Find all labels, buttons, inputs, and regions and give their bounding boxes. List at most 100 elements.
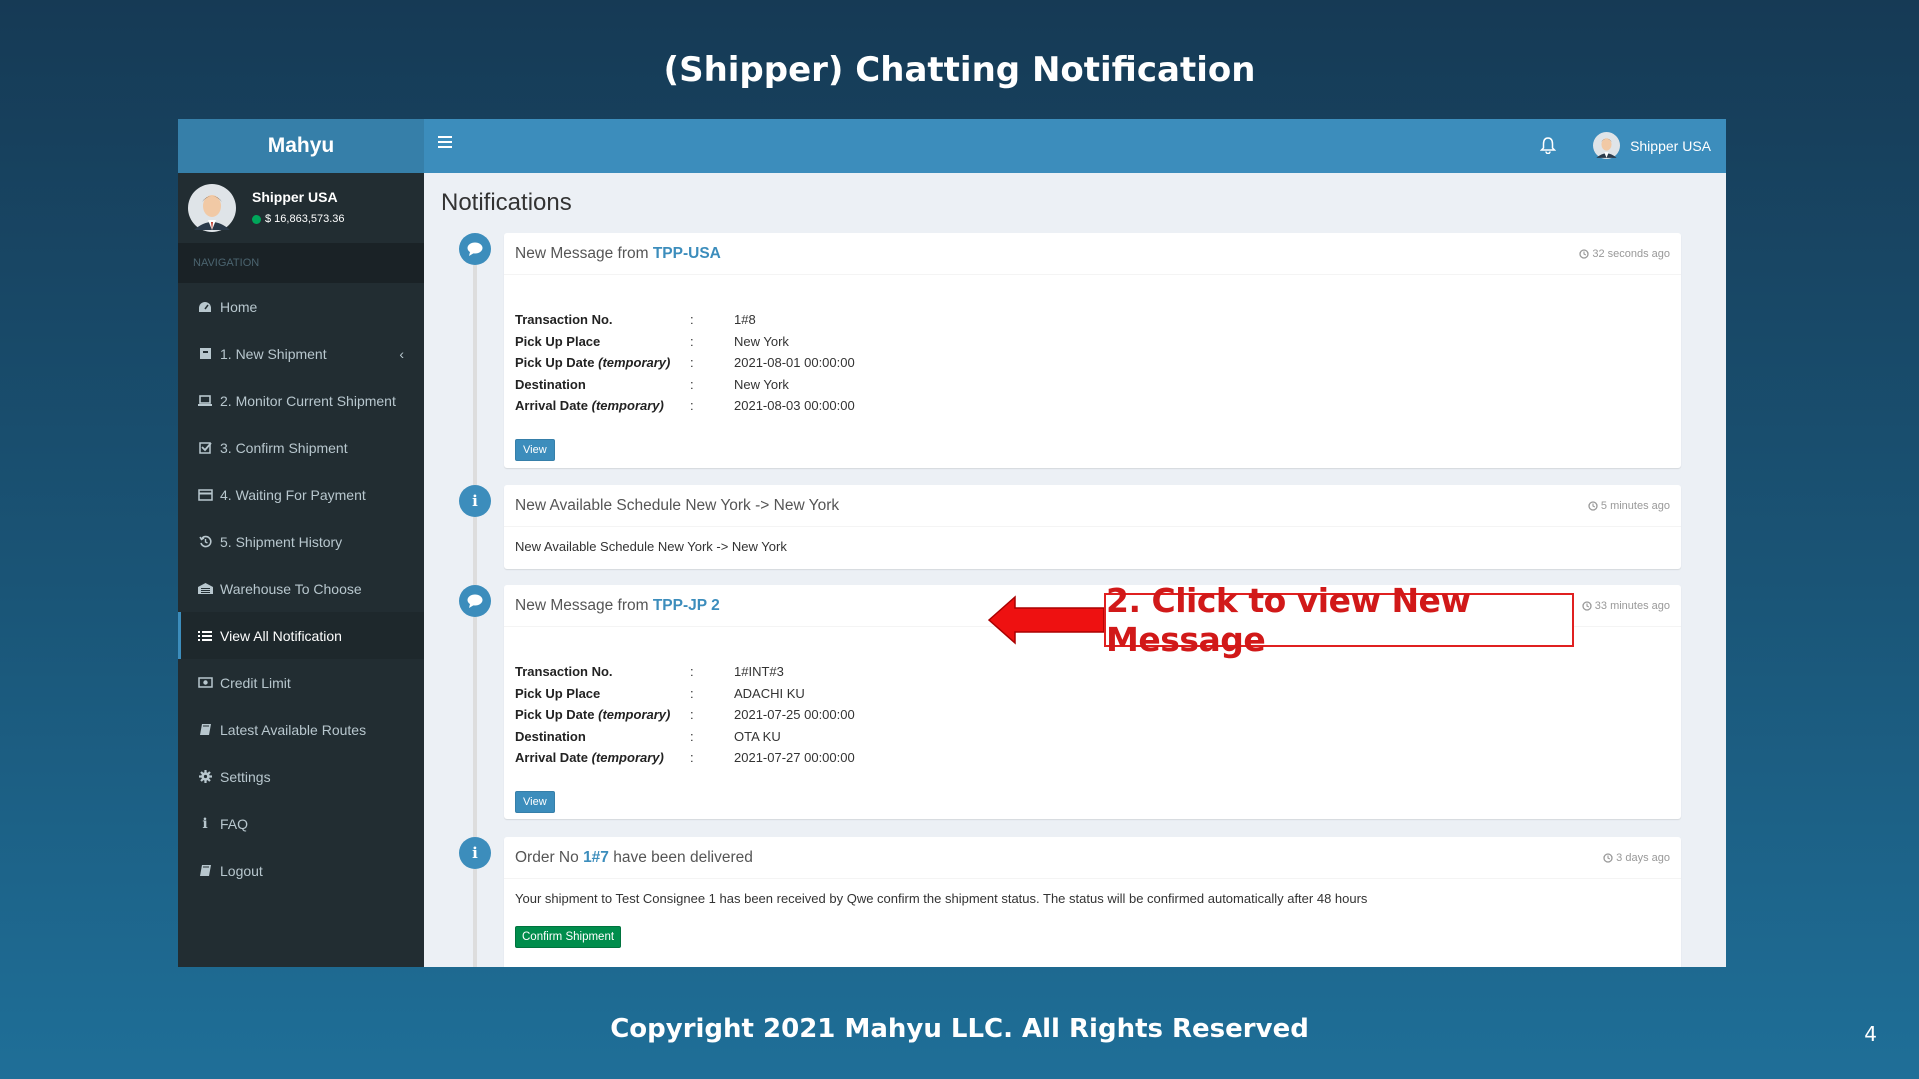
notification-body: New Available Schedule New York -> New Y…: [515, 539, 787, 554]
credit-card-icon: [195, 488, 215, 501]
view-button[interactable]: View: [515, 438, 555, 461]
sidebar-item-shipment-history[interactable]: 5. Shipment History: [178, 518, 424, 565]
sidebar-item-confirm-shipment[interactable]: 3. Confirm Shipment: [178, 424, 424, 471]
sidebar-item-label: 5. Shipment History: [220, 533, 343, 550]
notification-title: New Available Schedule New York -> New Y…: [515, 496, 840, 514]
sidebar-item-logout[interactable]: Logout: [178, 847, 424, 894]
sidebar-item-home[interactable]: Home: [178, 283, 424, 330]
clock-icon: [1582, 600, 1592, 611]
user-balance: $ 16,863,573.36: [252, 213, 345, 225]
list-icon: [195, 630, 215, 642]
detail-row: Arrival Date (temporary):2021-07-27 00:0…: [515, 750, 855, 766]
notification-time: 33 minutes ago: [1582, 600, 1670, 612]
sidebar-item-label: 1. New Shipment: [220, 345, 327, 362]
sidebar-item-faq[interactable]: i FAQ: [178, 800, 424, 847]
online-status-icon: [252, 214, 261, 224]
slide-title: (Shipper) Chatting Notification: [663, 50, 1256, 90]
book-icon: [195, 864, 215, 877]
avatar: [188, 184, 236, 232]
sidebar-item-label: Credit Limit: [220, 674, 291, 691]
avatar: [1593, 132, 1621, 159]
gear-icon: [195, 770, 215, 783]
top-navbar: Shipper USA: [424, 119, 1726, 173]
chat-bubble-icon: [459, 233, 491, 265]
detail-row: Pick Up Place: New York: [515, 333, 789, 349]
hamburger-menu-icon[interactable]: [438, 135, 452, 153]
sidebar-item-label: Home: [220, 298, 258, 315]
notification-item: i Order No 1#7 have been delivered 3 day…: [459, 837, 1681, 967]
order-link[interactable]: 1#7: [583, 849, 609, 866]
sender-link[interactable]: TPP-USA: [653, 245, 721, 262]
money-icon: [195, 677, 215, 688]
sidebar-item-latest-routes[interactable]: Latest Available Routes: [178, 706, 424, 753]
notification-header: New Message from TPP-USA 32 seconds ago: [504, 233, 1681, 275]
notification-time: 5 minutes ago: [1588, 500, 1670, 512]
clock-icon: [1579, 248, 1589, 259]
notification-time: 3 days ago: [1603, 852, 1670, 864]
notification-title: New Message from TPP-JP 2: [515, 596, 720, 614]
book-icon: [195, 723, 215, 736]
sender-link[interactable]: TPP-JP 2: [653, 597, 720, 614]
slide-footer: Copyright 2021 Mahyu LLC. All Rights Res…: [610, 1014, 1309, 1044]
info-icon: i: [459, 837, 491, 869]
sidebar-item-waiting-payment[interactable]: 4. Waiting For Payment: [178, 471, 424, 518]
detail-row: Pick Up Place: ADACHI KU: [515, 685, 805, 701]
sidebar-item-label: Warehouse To Choose: [220, 580, 362, 597]
shipment-details: Transaction No.:1#INT#3 Pick Up Place: AD…: [515, 661, 855, 769]
user-name: Shipper USA: [252, 189, 338, 205]
page-title: Notifications: [441, 189, 572, 216]
bell-icon[interactable]: [1539, 136, 1557, 159]
notification-body: Your shipment to Test Consignee 1 has be…: [504, 879, 1681, 958]
view-button[interactable]: View: [515, 790, 555, 813]
page-number: 4: [1864, 1022, 1877, 1046]
sidebar-item-label: Settings: [220, 768, 271, 785]
detail-row: Destination: OTA KU: [515, 728, 781, 744]
top-user-name: Shipper USA: [1630, 137, 1711, 154]
notification-item: New Message from TPP-USA 32 seconds ago …: [459, 233, 1681, 468]
brand-logo[interactable]: Mahyu: [178, 119, 424, 173]
shipment-details: Transaction No.:1#8 Pick Up Place: New Yo…: [515, 309, 855, 417]
sidebar-item-label: 2. Monitor Current Shipment: [220, 392, 396, 409]
sidebar-item-view-all-notification[interactable]: View All Notification: [178, 612, 424, 659]
chat-bubble-icon: [459, 585, 491, 617]
sidebar: Mahyu Shipper USA $ 16,863,573.36 NAVIGA…: [178, 119, 424, 967]
detail-row: Transaction No.:1#INT#3: [515, 664, 784, 680]
confirm-shipment-button[interactable]: Confirm Shipment: [515, 926, 622, 948]
history-icon: [195, 535, 215, 548]
user-menu[interactable]: Shipper USA: [1593, 132, 1711, 159]
sidebar-item-new-shipment[interactable]: 1. New Shipment ‹: [178, 330, 424, 377]
detail-row: Destination: New York: [515, 376, 789, 392]
sidebar-item-label: 4. Waiting For Payment: [220, 486, 366, 503]
clock-icon: [1588, 500, 1598, 511]
sidebar-item-label: FAQ: [220, 815, 249, 832]
balance-value: $ 16,863,573.36: [265, 213, 345, 225]
notification-title: New Message from TPP-USA: [515, 244, 721, 262]
main-content: Notifications New Message from TPP-USA 3…: [424, 173, 1726, 967]
detail-row: Arrival Date (temporary):2021-08-03 00:0…: [515, 398, 855, 414]
sidebar-item-label: View All Notification: [220, 627, 342, 644]
notification-header: Order No 1#7 have been delivered 3 days …: [504, 837, 1681, 879]
sidebar-item-label: Latest Available Routes: [220, 721, 367, 738]
sidebar-item-label: 3. Confirm Shipment: [220, 439, 348, 456]
instruction-callout: 2. Click to view New Message: [1104, 581, 1574, 659]
warehouse-icon: [195, 582, 215, 595]
chevron-left-icon[interactable]: ‹: [399, 346, 404, 362]
red-arrow-icon: [987, 595, 1105, 645]
sidebar-item-warehouse[interactable]: Warehouse To Choose: [178, 565, 424, 612]
laptop-icon: [195, 395, 215, 406]
detail-row: Pick Up Date (temporary):2021-07-25 00:0…: [515, 707, 855, 723]
detail-row: Pick Up Date (temporary):2021-08-01 00:0…: [515, 355, 855, 371]
notification-title: Order No 1#7 have been delivered: [515, 848, 753, 866]
dashboard-icon: [195, 301, 215, 313]
sidebar-item-settings[interactable]: Settings: [178, 753, 424, 800]
box-icon: [195, 347, 215, 360]
clock-icon: [1603, 852, 1613, 863]
sidebar-item-monitor-shipment[interactable]: 2. Monitor Current Shipment: [178, 377, 424, 424]
info-icon: i: [459, 485, 491, 517]
sidebar-item-credit-limit[interactable]: Credit Limit: [178, 659, 424, 706]
detail-row: Transaction No.:1#8: [515, 312, 756, 328]
info-icon: i: [202, 815, 208, 832]
app-window: Mahyu Shipper USA $ 16,863,573.36 NAVIGA…: [178, 119, 1726, 967]
notification-item: i New Available Schedule New York -> New…: [459, 485, 1681, 569]
notification-header: New Available Schedule New York -> New Y…: [504, 485, 1681, 527]
